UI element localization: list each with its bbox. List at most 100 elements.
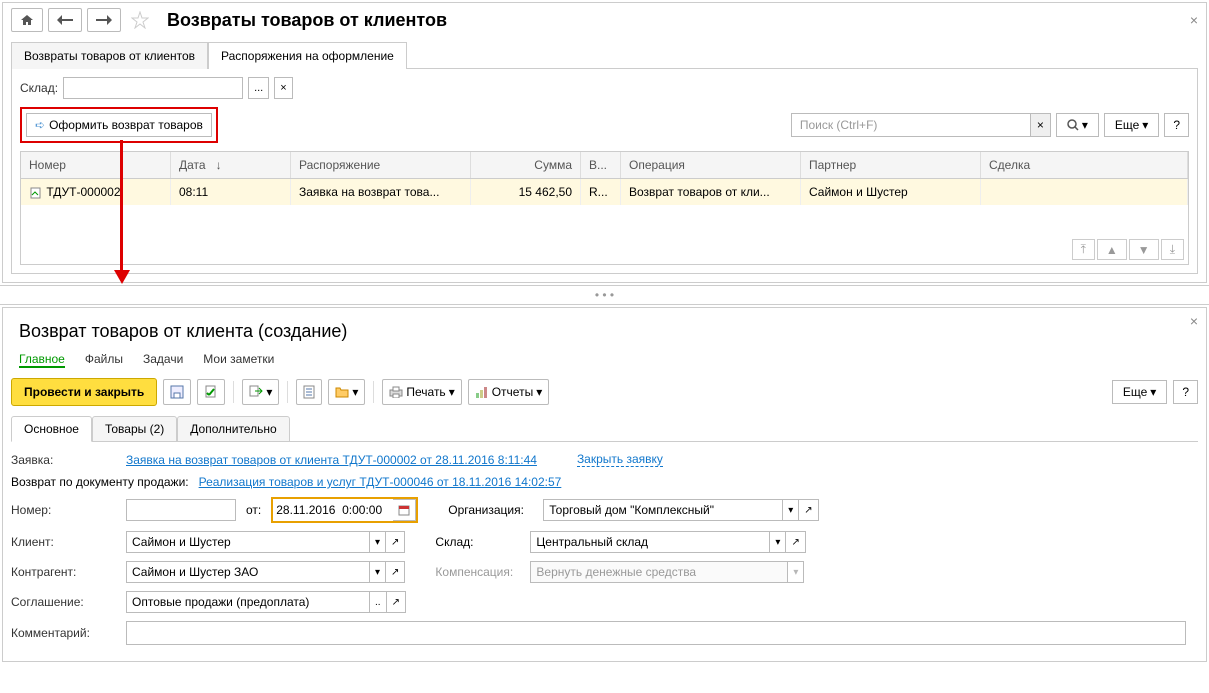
tab-extra[interactable]: Дополнительно [177, 416, 289, 442]
doc-button[interactable] [296, 379, 322, 405]
client-dropdown-button[interactable]: ▾ [370, 531, 386, 553]
create-return-button[interactable]: ➪ Оформить возврат товаров [26, 113, 212, 137]
col-op[interactable]: Операция [621, 152, 801, 178]
realizacia-link[interactable]: Реализация товаров и услуг ТДУТ-000046 о… [199, 475, 562, 489]
grid-header: Номер Дата ↓ Распоряжение Сумма В... Опе… [21, 152, 1188, 179]
contragent-open-button[interactable]: ↗ [386, 561, 405, 583]
back-button[interactable] [48, 8, 82, 32]
close-icon[interactable]: × [1190, 12, 1198, 28]
annotation-arrow [120, 140, 130, 284]
nav-first-button[interactable]: ⤒ [1072, 239, 1095, 260]
doc-help-button[interactable]: ? [1173, 380, 1198, 404]
date-input[interactable] [273, 499, 393, 521]
close-zayavka-link[interactable]: Закрыть заявку [577, 452, 663, 467]
sklad2-input[interactable] [530, 531, 770, 553]
org-open-button[interactable]: ↗ [799, 499, 818, 521]
nav-tasks[interactable]: Задачи [143, 352, 183, 368]
post-icon [204, 385, 218, 399]
favorite-icon[interactable] [131, 11, 149, 29]
page-title: Возвраты товаров от клиентов [167, 10, 447, 31]
arrow-left-icon [57, 15, 73, 25]
tab-returns[interactable]: Возвраты товаров от клиентов [11, 42, 208, 69]
col-order[interactable]: Распоряжение [291, 152, 471, 178]
doc-more-button[interactable]: Еще ▾ [1112, 380, 1167, 404]
doc-arrow-icon [249, 385, 263, 399]
chevron-down-icon: ▾ [536, 385, 542, 399]
sklad2-label: Склад: [435, 535, 525, 549]
close-icon[interactable]: × [1190, 313, 1198, 329]
col-num[interactable]: Номер [21, 152, 171, 178]
cell-sum: 15 462,50 [471, 179, 581, 205]
org-dropdown-button[interactable]: ▾ [783, 499, 799, 521]
search-clear-button[interactable]: × [1031, 113, 1051, 137]
col-date[interactable]: Дата ↓ [171, 152, 291, 178]
create-return-label: Оформить возврат товаров [49, 118, 203, 132]
reports-label: Отчеты [492, 385, 533, 399]
printer-icon [389, 386, 403, 398]
highlight-box: ➪ Оформить возврат товаров [20, 107, 218, 143]
agreement-label: Соглашение: [11, 595, 121, 609]
arrow-icon: ➪ [35, 118, 45, 132]
col-deal[interactable]: Сделка [981, 152, 1188, 178]
doc-title: Возврат товаров от клиента (создание) [11, 316, 1198, 352]
more-label: Еще [1123, 385, 1147, 399]
sklad-input[interactable] [63, 77, 243, 99]
sklad-select-button[interactable]: ... [248, 77, 269, 99]
sklad2-open-button[interactable]: ↗ [786, 531, 805, 553]
cell-op: Возврат товаров от кли... [621, 179, 801, 205]
nav-main[interactable]: Главное [19, 352, 65, 368]
reports-button[interactable]: Отчеты ▾ [468, 379, 550, 405]
agreement-open-button[interactable]: ↗ [387, 591, 406, 613]
zayavka-label: Заявка: [11, 453, 121, 467]
comp-label: Компенсация: [435, 565, 525, 579]
more-button[interactable]: Еще ▾ [1104, 113, 1159, 137]
nav-files[interactable]: Файлы [85, 352, 123, 368]
tab-main[interactable]: Основное [11, 416, 92, 442]
post-close-button[interactable]: Провести и закрыть [11, 378, 157, 406]
vozvrat-label: Возврат по документу продажи: [11, 475, 189, 489]
search-lens-button[interactable]: ▾ [1056, 113, 1099, 137]
comment-label: Комментарий: [11, 626, 121, 640]
tab-goods[interactable]: Товары (2) [92, 416, 177, 442]
nav-up-button[interactable]: ▲ [1097, 239, 1127, 260]
post-button[interactable] [197, 379, 225, 405]
contragent-dropdown-button[interactable]: ▾ [370, 561, 386, 583]
sklad2-dropdown-button[interactable]: ▾ [770, 531, 786, 553]
agreement-select-button[interactable]: .. [370, 591, 387, 613]
nav-notes[interactable]: Мои заметки [203, 352, 274, 368]
tab-orders[interactable]: Распоряжения на оформление [208, 42, 407, 69]
based-on-button[interactable]: ▾ [242, 379, 279, 405]
date-picker-button[interactable] [393, 499, 416, 521]
splitter[interactable]: • • • [0, 285, 1209, 305]
orders-grid: Номер Дата ↓ Распоряжение Сумма В... Опе… [20, 151, 1189, 265]
save-button[interactable] [163, 379, 191, 405]
table-row[interactable]: ТДУТ-000002 08:11 Заявка на возврат това… [21, 179, 1188, 205]
zayavka-link[interactable]: Заявка на возврат товаров от клиента ТДУ… [126, 453, 537, 467]
comment-input[interactable] [126, 621, 1186, 645]
col-v[interactable]: В... [581, 152, 621, 178]
client-open-button[interactable]: ↗ [386, 531, 405, 553]
chevron-down-icon: ▾ [449, 385, 455, 399]
home-icon [20, 14, 34, 26]
ot-label: от: [246, 503, 261, 517]
document-icon [303, 385, 315, 399]
contragent-input[interactable] [126, 561, 370, 583]
help-button[interactable]: ? [1164, 113, 1189, 137]
num-label: Номер: [11, 503, 121, 517]
search-input[interactable]: Поиск (Ctrl+F) [791, 113, 1031, 137]
chevron-down-icon: ▾ [352, 385, 358, 399]
sklad-clear-button[interactable]: × [274, 77, 292, 99]
edi-button[interactable]: ▾ [328, 379, 365, 405]
col-sum[interactable]: Сумма [471, 152, 581, 178]
chevron-down-icon: ▾ [266, 385, 272, 399]
print-button[interactable]: Печать ▾ [382, 379, 461, 405]
nav-down-button[interactable]: ▼ [1129, 239, 1159, 260]
nav-last-button[interactable]: ⤓ [1161, 239, 1184, 260]
agreement-input[interactable] [126, 591, 370, 613]
client-input[interactable] [126, 531, 370, 553]
home-button[interactable] [11, 8, 43, 32]
org-input[interactable] [543, 499, 783, 521]
forward-button[interactable] [87, 8, 121, 32]
num-input[interactable] [126, 499, 236, 521]
col-partner[interactable]: Партнер [801, 152, 981, 178]
